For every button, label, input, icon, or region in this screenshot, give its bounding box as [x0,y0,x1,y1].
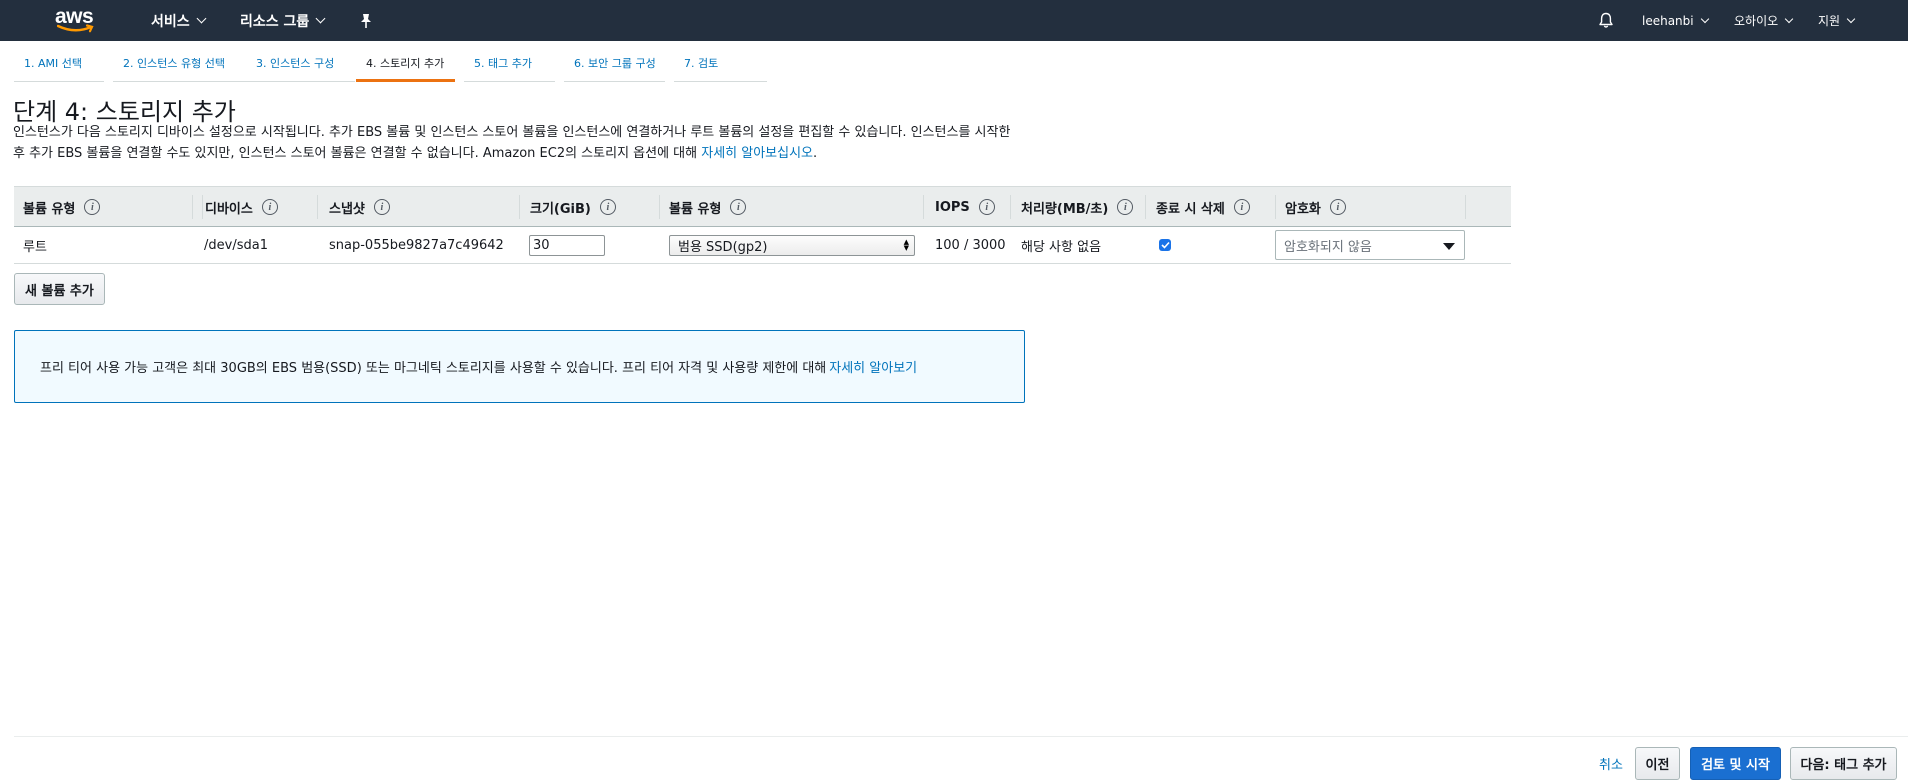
previous-button[interactable]: 이전 [1635,747,1680,780]
select-arrows-icon: ▲ ▼ [903,237,909,252]
header-volume-kind: 볼륨 유형 i [23,187,203,227]
resource-groups-label: 리소스 그룹 [240,13,310,30]
aws-smile-icon [57,24,94,33]
column-divider [659,195,660,219]
volume-type-value: 범용 SSD(gp2) [678,239,768,255]
info-icon[interactable]: i [730,199,747,215]
table-header: 볼륨 유형 i 디바이스 i 스냅샷 i 크기(GiB) i 볼륨 유형 i IOPS i … [14,186,1511,227]
pin-button[interactable] [359,0,373,41]
column-divider [1010,195,1011,219]
chevron-down-icon [315,13,326,24]
add-volume-button[interactable]: 새 볼륨 추가 [14,273,105,305]
storage-table: 볼륨 유형 i 디바이스 i 스냅샷 i 크기(GiB) i 볼륨 유형 i IOPS i … [14,186,1511,264]
learn-more-link[interactable]: 자세히 알아보십시오 [701,146,813,161]
user-menu[interactable]: leehanbi [1642,0,1709,41]
info-icon[interactable]: i [1117,199,1134,215]
column-divider [1145,195,1146,219]
cell-iops: 100 / 3000 [935,237,1006,253]
step-security-group[interactable]: 6. 보안 그룹 구성 [564,56,665,82]
header-snapshot: 스냅샷 i [329,187,529,227]
description-end: . [813,146,818,161]
description-line-2: 후 추가 EBS 볼륨을 연결할 수도 있지만, 인스턴스 스토어 볼륨은 연결… [13,143,1043,164]
column-divider [192,195,193,219]
cell-delete-on-termination [1159,227,1171,263]
column-divider [1465,195,1466,219]
column-divider [923,195,924,219]
next-add-tags-button[interactable]: 다음: 태그 추가 [1790,747,1897,780]
step-configure-instance[interactable]: 3. 인스턴스 구성 [246,56,355,82]
support-label: 지원 [1818,14,1841,28]
chevron-down-icon [196,13,207,24]
cell-volume-type: 범용 SSD(gp2) ▲ ▼ [669,227,915,263]
header-delete-on-termination: 종료 시 삭제 i [1156,187,1276,227]
info-icon[interactable]: i [599,199,616,215]
size-input[interactable] [529,234,605,256]
checkmark-icon [1160,241,1170,249]
header-iops: IOPS i [935,187,1015,227]
volume-type-select[interactable]: 범용 SSD(gp2) ▲ ▼ [669,234,915,256]
cell-device: /dev/sda1 [204,237,268,253]
info-icon[interactable]: i [978,199,995,215]
services-menu[interactable]: 서비스 [151,0,207,41]
info-icon[interactable]: i [373,199,390,215]
cell-encryption: 암호화되지 않음 [1275,227,1465,263]
cell-snapshot: snap-055be9827a7c49642 [329,237,504,253]
caret-down-icon [1443,243,1455,250]
review-and-launch-button[interactable]: 검토 및 시작 [1690,747,1781,780]
step-add-storage[interactable]: 4. 스토리지 추가 [356,56,455,82]
step-ami[interactable]: 1. AMI 선택 [14,56,104,82]
cancel-button[interactable]: 취소 [1590,747,1632,780]
info-box-text: 프리 티어 사용 가능 고객은 최대 30GB의 EBS 범용(SSD) 또는 … [40,361,827,376]
footer-divider [14,736,1908,737]
step-review[interactable]: 7. 검토 [674,56,767,82]
info-icon[interactable]: i [1329,199,1346,215]
step-instance-type[interactable]: 2. 인스턴스 유형 선택 [113,56,249,82]
free-tier-learn-more-link[interactable]: 자세히 알아보기 [829,357,917,376]
info-icon[interactable]: i [261,199,278,215]
chevron-down-icon [1700,14,1709,23]
region-menu[interactable]: 오하이오 [1734,0,1794,41]
header-throughput: 처리량(MB/초) i [1021,187,1151,227]
free-tier-info-box: 프리 티어 사용 가능 고객은 최대 30GB의 EBS 범용(SSD) 또는 … [14,330,1025,403]
cell-size [529,227,605,263]
header-device: 디바이스 i [205,187,320,227]
cell-throughput: 해당 사항 없음 [1021,239,1102,255]
column-divider [317,195,318,219]
support-menu[interactable]: 지원 [1818,0,1856,41]
table-row: 루트 /dev/sda1 snap-055be9827a7c49642 범용 S… [14,227,1511,264]
bell-icon [1599,12,1613,28]
pin-icon [361,13,371,28]
cell-volume-kind: 루트 [23,239,47,255]
info-icon[interactable]: i [1233,199,1250,215]
notifications-button[interactable] [1598,0,1614,41]
header-volume-type: 볼륨 유형 i [669,187,919,227]
top-navigation: aws 서비스 리소스 그룹 leehanbi 오하이오 지원 [0,0,1908,41]
encryption-value: 암호화되지 않음 [1284,239,1372,255]
aws-logo[interactable]: aws [55,5,97,35]
resource-groups-menu[interactable]: 리소스 그룹 [240,0,326,41]
info-icon[interactable]: i [84,199,101,215]
page-description: 인스턴스가 다음 스토리지 디바이스 설정으로 시작됩니다. 추가 EBS 볼륨… [13,122,1043,164]
encryption-select[interactable]: 암호화되지 않음 [1275,230,1465,260]
column-divider [1275,195,1276,219]
step-add-tags[interactable]: 5. 태그 추가 [464,56,555,82]
header-size: 크기(GiB) i [530,187,670,227]
header-encryption: 암호화 i [1285,187,1475,227]
description-line-1: 인스턴스가 다음 스토리지 디바이스 설정으로 시작됩니다. 추가 EBS 볼륨… [13,125,1011,140]
description-text: 후 추가 EBS 볼륨을 연결할 수도 있지만, 인스턴스 스토어 볼륨은 연결… [13,146,702,161]
user-label: leehanbi [1642,13,1694,28]
column-divider [519,195,520,219]
region-label: 오하이오 [1734,14,1779,28]
services-label: 서비스 [151,13,190,30]
delete-on-termination-checkbox[interactable] [1159,239,1171,251]
chevron-down-icon [1784,14,1794,23]
chevron-down-icon [1846,14,1856,23]
